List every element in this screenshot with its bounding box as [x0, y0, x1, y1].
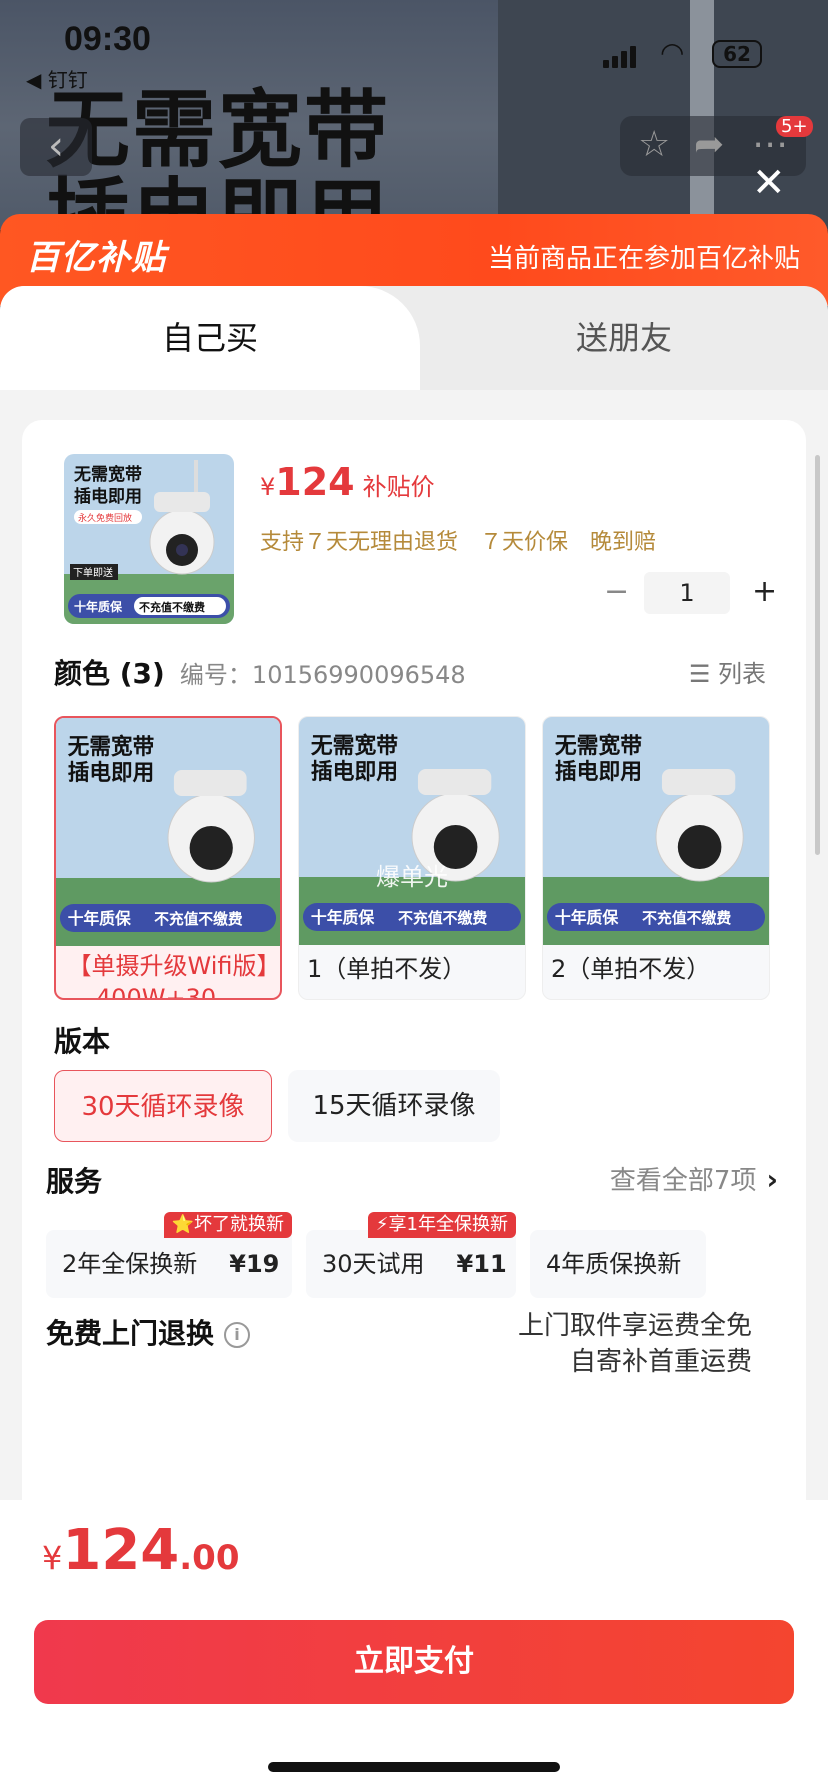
- variant-option[interactable]: 无需宽带 插电即用 十年质保 不充值不缴费 【单摄升级Wifi版】400W+30…: [54, 716, 282, 1000]
- quantity-input[interactable]: 1: [644, 572, 730, 614]
- sku-card: 无需宽带 插电即用 永久免费回放 下单即送 十年质保 不充值不缴费 ¥124 补贴…: [22, 420, 806, 1502]
- subsidy-price: ¥124 补贴价: [260, 460, 435, 504]
- variant-option[interactable]: 无需宽带 插电即用 十年质保 不充值不缴费 爆单光 1（单拍不发）: [298, 716, 526, 1000]
- pay-now-button[interactable]: 立即支付: [34, 1620, 794, 1704]
- svg-text:无需宽带: 无需宽带: [555, 733, 642, 759]
- service-ribbon: ⚡享1年全保换新: [367, 1212, 516, 1238]
- svg-text:无需宽带: 无需宽带: [68, 734, 155, 760]
- tab-gift[interactable]: 送朋友: [420, 286, 828, 390]
- variant-image: 无需宽带 插电即用 十年质保 不充值不缴费: [56, 718, 280, 946]
- close-icon[interactable]: ✕: [752, 160, 786, 206]
- sku-sheet: 无需宽带 插电即用 永久免费回放 下单即送 十年质保 不充值不缴费 ¥124 补贴…: [0, 390, 828, 1502]
- variant-option[interactable]: 无需宽带 插电即用 十年质保 不充值不缴费 2（单拍不发）: [542, 716, 770, 1000]
- tab-self-buy[interactable]: 自己买: [0, 286, 420, 390]
- svg-text:插电即用: 插电即用: [68, 761, 154, 786]
- svg-text:下单即送: 下单即送: [73, 566, 113, 579]
- back-to-app-link[interactable]: ◀ 钉钉: [26, 64, 88, 93]
- version-title: 版本: [54, 1025, 111, 1058]
- wifi-icon: ◠: [660, 36, 685, 69]
- checkout-footer: ¥124.00 立即支付: [0, 1500, 828, 1792]
- increase-button[interactable]: +: [752, 572, 777, 612]
- free-return-detail: 上门取件享运费全免 自寄补首重运费: [517, 1311, 752, 1377]
- svg-text:十年质保: 十年质保: [74, 599, 123, 614]
- variant-label: 【单摄升级Wifi版】400W+30…: [67, 952, 269, 1000]
- svg-text:永久免费回放: 永久免费回放: [78, 512, 132, 524]
- decrease-button[interactable]: −: [604, 572, 629, 612]
- service-option[interactable]: 4年质保换新: [530, 1230, 706, 1298]
- color-label: 颜色 (3): [54, 657, 165, 690]
- variant-label: 2（单拍不发）: [551, 955, 711, 983]
- chevron-right-icon: ›: [766, 1163, 778, 1196]
- svg-text:十年质保: 十年质保: [68, 909, 132, 928]
- cart-badge: 5+: [776, 116, 813, 137]
- svg-text:插电即用: 插电即用: [311, 760, 398, 785]
- status-bar: 09:30 ◀ 钉钉 ◠ 62: [0, 0, 828, 92]
- variant-image: 无需宽带 插电即用 十年质保 不充值不缴费: [543, 717, 769, 945]
- watermark-text: 爆单光: [376, 863, 448, 891]
- list-icon: ☰: [688, 660, 711, 688]
- version-option[interactable]: 30天循环录像: [54, 1070, 272, 1142]
- subsidy-logo: 百亿补贴: [26, 238, 166, 278]
- back-button[interactable]: ‹: [20, 118, 92, 176]
- chevron-left-icon: ‹: [48, 123, 64, 169]
- service-ribbon: ⭐坏了就换新: [163, 1212, 292, 1238]
- svg-text:不充值不缴费: 不充值不缴费: [139, 600, 205, 614]
- total-price: ¥124.00: [42, 1518, 240, 1583]
- svg-text:不充值不缴费: 不充值不缴费: [398, 909, 487, 927]
- guarantee-text: 支持７天无理由退货 ７天价保 晚到赔: [260, 530, 657, 555]
- quantity-stepper: − 1 +: [604, 572, 777, 614]
- service-option[interactable]: 2年全保换新 ¥19 ⭐坏了就换新: [46, 1212, 292, 1298]
- info-icon[interactable]: i: [224, 1322, 251, 1348]
- star-icon[interactable]: ☆: [638, 124, 670, 165]
- svg-text:十年质保: 十年质保: [311, 908, 375, 927]
- variant-label: 1（单拍不发）: [307, 955, 467, 983]
- list-view-toggle[interactable]: ☰ 列表: [689, 654, 766, 689]
- service-option[interactable]: 30天试用 ¥11 ⚡享1年全保换新: [306, 1212, 516, 1298]
- share-icon[interactable]: ➦: [694, 124, 724, 165]
- background-headline: 无需宽带 插电即用: [46, 81, 391, 230]
- variant-grid: 无需宽带 插电即用 十年质保 不充值不缴费 【单摄升级Wifi版】400W+30…: [54, 716, 794, 1000]
- svg-text:插电即用: 插电即用: [74, 486, 142, 507]
- subsidy-note: 当前商品正在参加百亿补贴: [487, 244, 800, 274]
- version-option[interactable]: 15天循环录像: [288, 1070, 500, 1142]
- svg-text:无需宽带: 无需宽带: [311, 733, 398, 759]
- cellular-signal-icon: [603, 46, 637, 68]
- battery-icon: 62: [712, 40, 762, 68]
- color-section-header: 颜色 (3) 编号：10156990096548: [54, 652, 466, 692]
- svg-text:不充值不缴费: 不充值不缴费: [154, 910, 243, 928]
- view-all-services-link[interactable]: 查看全部7项 ›: [610, 1160, 778, 1197]
- svg-text:插电即用: 插电即用: [555, 760, 642, 785]
- product-code: 编号：10156990096548: [179, 661, 466, 689]
- status-time: 09:30: [64, 20, 151, 58]
- svg-text:无需宽带: 无需宽带: [73, 464, 142, 485]
- home-indicator: [268, 1762, 560, 1772]
- service-title: 服务: [46, 1165, 103, 1198]
- svg-text:十年质保: 十年质保: [555, 908, 619, 927]
- product-image[interactable]: 无需宽带 插电即用 永久免费回放 下单即送 十年质保 不充值不缴费: [64, 454, 234, 624]
- svg-text:不充值不缴费: 不充值不缴费: [642, 909, 731, 927]
- free-return-title: 免费上门退换 i: [46, 1312, 251, 1352]
- scrollbar[interactable]: [815, 455, 820, 855]
- purchase-mode-tabs: 自己买 送朋友: [0, 286, 828, 390]
- variant-image: 无需宽带 插电即用 十年质保 不充值不缴费: [299, 717, 525, 945]
